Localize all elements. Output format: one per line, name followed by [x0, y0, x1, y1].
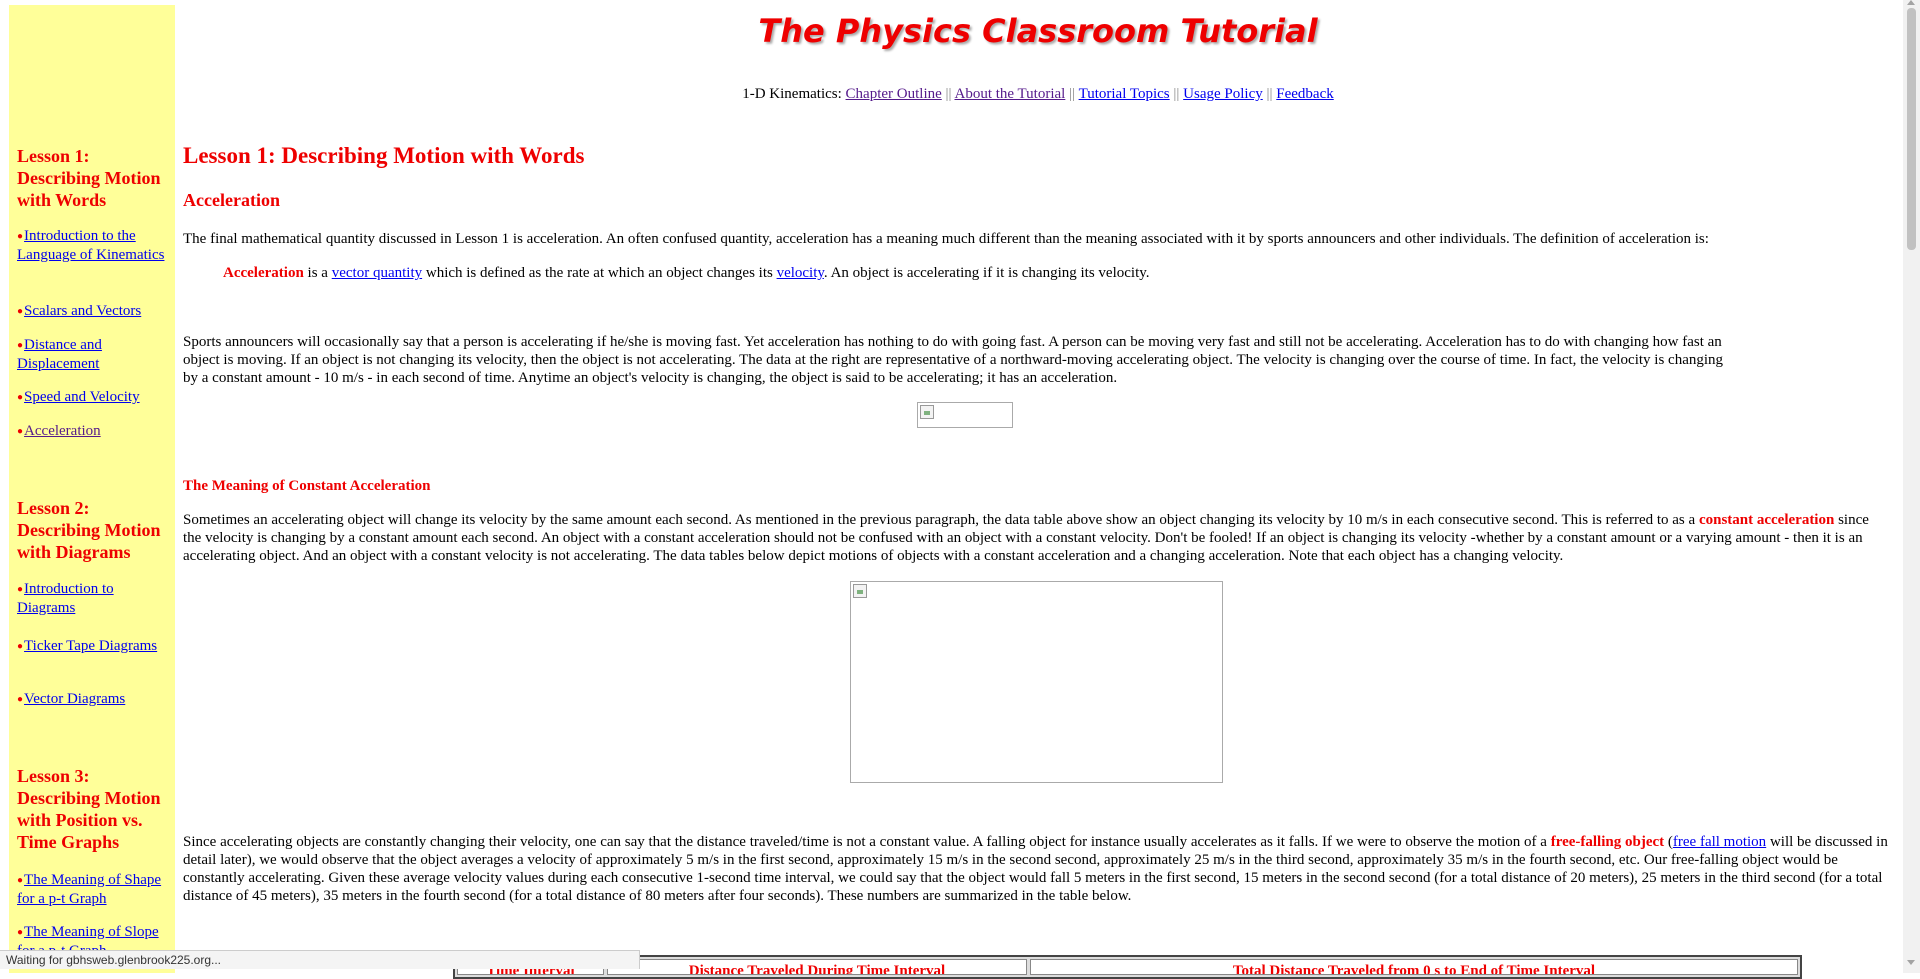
- browser-status-bar: Waiting for gbhsweb.glenbrook225.org...: [0, 950, 640, 969]
- nav-tutorial-topics[interactable]: Tutorial Topics: [1079, 86, 1170, 102]
- bullet-icon: ●: [17, 926, 24, 938]
- lesson1-title: Lesson 1: Describing Motion with Words: [17, 146, 161, 210]
- bullet-icon: ●: [17, 339, 24, 351]
- sidebar-link-acceleration[interactable]: ●Acceleration: [17, 422, 167, 441]
- subheading-constant-acceleration: The Meaning of Constant Acceleration: [183, 478, 431, 494]
- summary-table: Time Interval Distance Traveled During T…: [453, 955, 1802, 979]
- motion-data-tables-image: [850, 581, 1223, 783]
- vector-quantity-link[interactable]: vector quantity: [332, 265, 422, 281]
- link[interactable]: Scalars and Vectors: [24, 303, 141, 319]
- bullet-icon: ●: [17, 874, 24, 886]
- nav-separator: ||: [945, 86, 952, 102]
- broken-image-icon: [920, 405, 934, 419]
- nav-usage-policy[interactable]: Usage Policy: [1183, 86, 1263, 102]
- lesson-heading: Lesson 1: Describing Motion with Words: [183, 143, 585, 168]
- bullet-icon: ●: [17, 583, 24, 595]
- bullet-icon: ●: [17, 425, 24, 437]
- nav-separator: ||: [1173, 86, 1180, 102]
- sidebar-link-intro-language[interactable]: ●Introduction to the Language of Kinemat…: [17, 227, 167, 264]
- link[interactable]: The Meaning of Shape for a p-t Graph: [17, 872, 161, 907]
- free-fall-motion-link[interactable]: free fall motion: [1673, 834, 1766, 850]
- link[interactable]: Vector Diagrams: [24, 691, 125, 707]
- definition-term: Acceleration: [223, 265, 304, 281]
- top-navigation: 1-D Kinematics: Chapter Outline || About…: [183, 86, 1893, 103]
- sidebar-link-intro-diagrams[interactable]: ●Introduction to Diagrams: [17, 580, 167, 617]
- vertical-scrollbar[interactable]: [1903, 0, 1920, 973]
- free-falling-object-term: free-falling object: [1550, 834, 1665, 850]
- link[interactable]: Acceleration: [24, 423, 101, 439]
- paragraph-intro: The final mathematical quantity discusse…: [183, 231, 1709, 247]
- scrollbar-thumb[interactable]: [1907, 8, 1916, 250]
- section-heading: Acceleration: [183, 190, 280, 210]
- sidebar-link-ticker-tape[interactable]: ●Ticker Tape Diagrams: [17, 637, 167, 656]
- paragraph-free-fall: Since accelerating objects are constantl…: [183, 833, 1888, 905]
- nav-chapter-outline[interactable]: Chapter Outline: [846, 86, 942, 102]
- main-content: The Physics Classroom Tutorial 1-D Kinem…: [183, 0, 1893, 973]
- nav-about-tutorial[interactable]: About the Tutorial: [954, 86, 1065, 102]
- constant-acceleration-term: constant acceleration: [1698, 512, 1835, 528]
- broken-image-icon: [853, 584, 867, 598]
- bullet-icon: ●: [17, 640, 24, 652]
- scroll-down-arrow-icon[interactable]: [1907, 960, 1915, 965]
- nav-feedback[interactable]: Feedback: [1276, 86, 1333, 102]
- lesson3-title: Lesson 3: Describing Motion with Positio…: [17, 766, 161, 852]
- nav-separator: ||: [1266, 86, 1273, 102]
- sidebar: Lesson 1: Describing Motion with Words ●…: [9, 5, 175, 973]
- text: Sometimes an accelerating object will ch…: [183, 512, 1696, 528]
- definition-text: which is defined as the rate at which an…: [425, 265, 773, 281]
- nav-separator: ||: [1069, 86, 1076, 102]
- definition-text: . An object is accelerating if it is cha…: [823, 265, 1150, 281]
- sidebar-link-speed-velocity[interactable]: ●Speed and Velocity: [17, 388, 167, 407]
- sidebar-link-vector-diagrams[interactable]: ●Vector Diagrams: [17, 690, 167, 709]
- data-table-image: [917, 402, 1013, 428]
- link[interactable]: Introduction to the Language of Kinemati…: [17, 228, 164, 263]
- scroll-up-arrow-icon[interactable]: [1907, 0, 1915, 5]
- link[interactable]: Ticker Tape Diagrams: [24, 638, 157, 654]
- sidebar-link-scalars-vectors[interactable]: ●Scalars and Vectors: [17, 302, 167, 321]
- paragraph-constant-acceleration: Sometimes an accelerating object will ch…: [183, 511, 1888, 565]
- bullet-icon: ●: [17, 391, 24, 403]
- definition-block: Acceleration is a vector quantity which …: [223, 264, 1723, 282]
- paragraph-sports-announcers: Sports announcers will occasionally say …: [183, 334, 1724, 386]
- link[interactable]: Speed and Velocity: [24, 389, 140, 405]
- bullet-icon: ●: [17, 305, 24, 317]
- sidebar-link-shape-pt-graph[interactable]: ●The Meaning of Shape for a p-t Graph: [17, 871, 167, 908]
- definition-text: is a: [307, 265, 328, 281]
- nav-prefix: 1-D Kinematics:: [742, 86, 842, 102]
- sidebar-link-distance-displacement[interactable]: ●Distance and Displacement: [17, 336, 167, 373]
- bullet-icon: ●: [17, 693, 24, 705]
- link[interactable]: Distance and Displacement: [17, 337, 102, 372]
- site-title: The Physics Classroom Tutorial: [758, 12, 1318, 50]
- link[interactable]: Introduction to Diagrams: [17, 581, 114, 616]
- lesson2-title: Lesson 2: Describing Motion with Diagram…: [17, 498, 161, 562]
- text: Since accelerating objects are constantl…: [183, 834, 1547, 850]
- bullet-icon: ●: [17, 230, 24, 242]
- velocity-link[interactable]: velocity: [777, 265, 824, 281]
